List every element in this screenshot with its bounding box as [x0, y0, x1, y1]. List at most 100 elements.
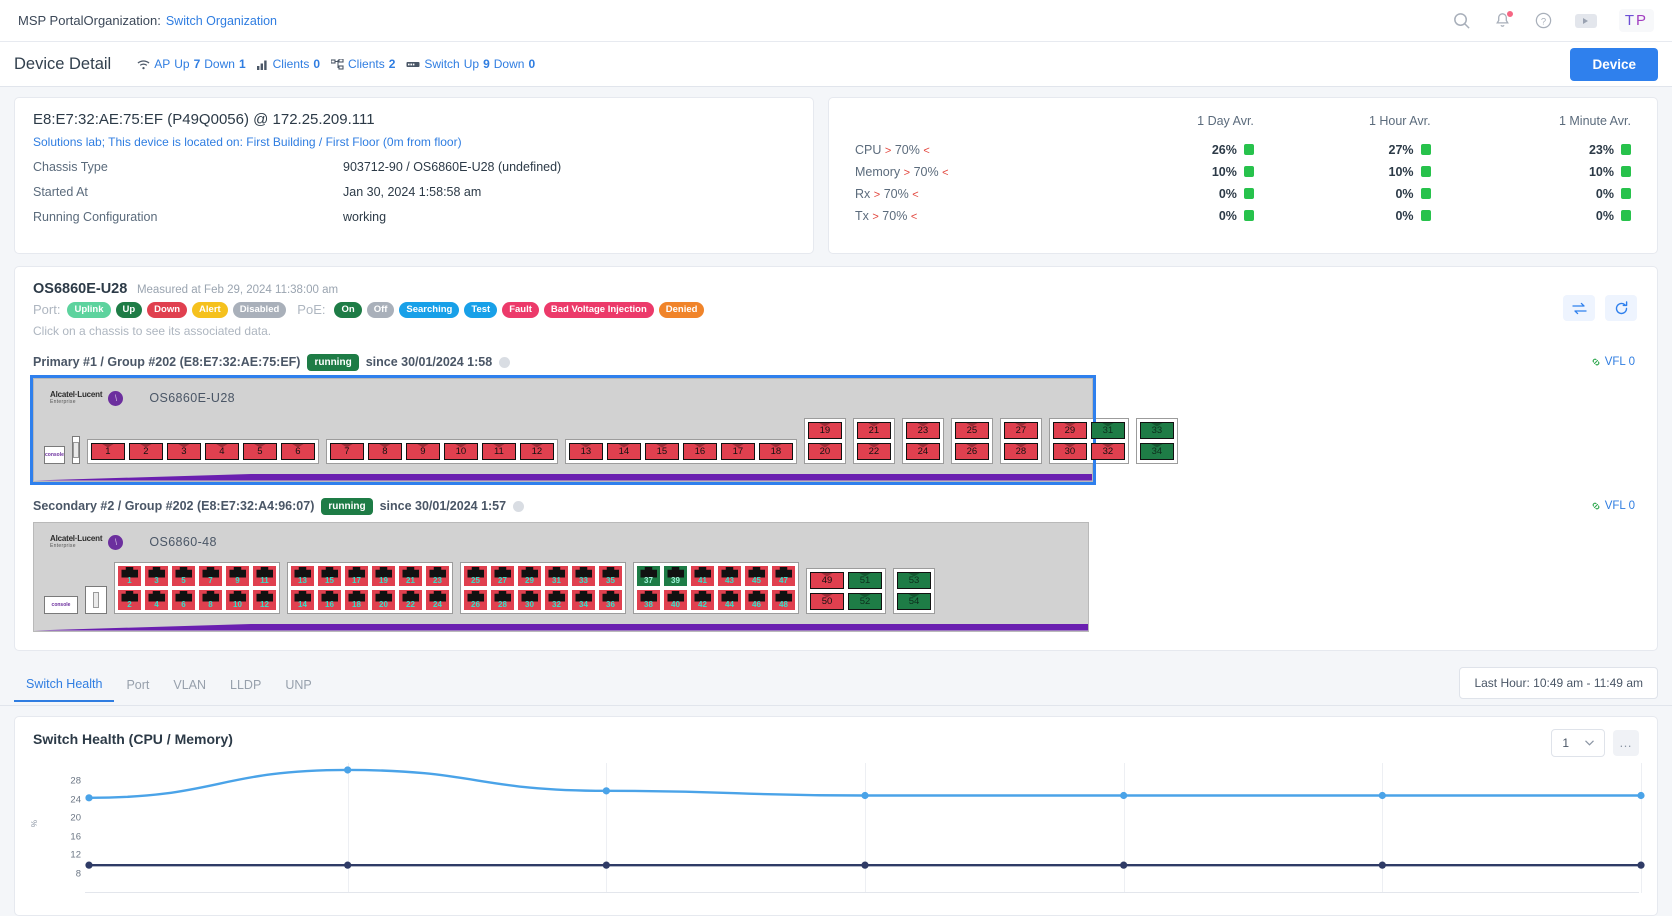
port-6[interactable]: 6 — [172, 589, 195, 610]
device-location-link[interactable]: Solutions lab; This device is located on… — [33, 135, 795, 149]
port-10[interactable]: 10 — [226, 589, 249, 610]
port-38[interactable]: 38 — [637, 589, 660, 610]
port-23[interactable]: 23 — [426, 565, 449, 586]
usb-port[interactable] — [85, 585, 107, 614]
port-21[interactable]: 21 — [399, 565, 422, 586]
port-9[interactable]: 9 — [405, 442, 440, 460]
port-5[interactable]: 5 — [242, 442, 277, 460]
tab-switch-health[interactable]: Switch Health — [14, 669, 115, 702]
port-32[interactable]: 32 — [1090, 442, 1125, 460]
port-31[interactable]: 31 — [545, 565, 568, 586]
port-43[interactable]: 43 — [718, 565, 741, 586]
port-30[interactable]: 30 — [518, 589, 541, 610]
port-33[interactable]: 33 — [572, 565, 595, 586]
port-27[interactable]: 27 — [491, 565, 514, 586]
port-7[interactable]: 7 — [329, 442, 364, 460]
port-3[interactable]: 3 — [145, 565, 168, 586]
port-37[interactable]: 37 — [637, 565, 660, 586]
port-48[interactable]: 48 — [772, 589, 795, 610]
chassis-secondary[interactable]: Alcatel·Lucent Enterprise \ OS6860-48 co… — [33, 521, 1089, 632]
port-13[interactable]: 13 — [291, 565, 314, 586]
kpi-ap[interactable]: AP Up 7 Down 1 — [137, 57, 246, 71]
port-22[interactable]: 22 — [399, 589, 422, 610]
port-36[interactable]: 36 — [599, 589, 622, 610]
port-12[interactable]: 12 — [519, 442, 554, 460]
port-54[interactable]: 54 — [897, 592, 931, 610]
port-28[interactable]: 28 — [1003, 442, 1038, 460]
console-port[interactable]: console — [44, 595, 78, 614]
port-29[interactable]: 29 — [518, 565, 541, 586]
port-20[interactable]: 20 — [807, 442, 842, 460]
port-14[interactable]: 14 — [291, 589, 314, 610]
port-8[interactable]: 8 — [367, 442, 402, 460]
port-29[interactable]: 29 — [1052, 421, 1087, 439]
port-52[interactable]: 52 — [848, 592, 882, 610]
info-icon[interactable] — [513, 500, 525, 512]
port-13[interactable]: 13 — [568, 442, 603, 460]
port-9[interactable]: 9 — [226, 565, 249, 586]
port-20[interactable]: 20 — [372, 589, 395, 610]
help-icon[interactable]: ? — [1534, 11, 1553, 30]
port-44[interactable]: 44 — [718, 589, 741, 610]
port-26[interactable]: 26 — [954, 442, 989, 460]
switch-organization-link[interactable]: Switch Organization — [166, 14, 277, 28]
port-28[interactable]: 28 — [491, 589, 514, 610]
port-15[interactable]: 15 — [644, 442, 679, 460]
port-24[interactable]: 24 — [426, 589, 449, 610]
port-25[interactable]: 25 — [954, 421, 989, 439]
port-4[interactable]: 4 — [145, 589, 168, 610]
tab-port[interactable]: Port — [114, 670, 161, 701]
port-10[interactable]: 10 — [443, 442, 478, 460]
kpi-switch[interactable]: Switch Up 9 Down 0 — [406, 57, 535, 71]
port-25[interactable]: 25 — [464, 565, 487, 586]
port-11[interactable]: 11 — [253, 565, 276, 586]
port-40[interactable]: 40 — [664, 589, 687, 610]
port-6[interactable]: 6 — [280, 442, 315, 460]
port-5[interactable]: 5 — [172, 565, 195, 586]
port-17[interactable]: 17 — [720, 442, 755, 460]
port-12[interactable]: 12 — [253, 589, 276, 610]
port-19[interactable]: 19 — [372, 565, 395, 586]
port-39[interactable]: 39 — [664, 565, 687, 586]
play-tour-icon[interactable] — [1574, 13, 1597, 28]
port-16[interactable]: 16 — [318, 589, 341, 610]
kpi-clients-wireless[interactable]: Clients 0 — [256, 57, 320, 71]
info-icon[interactable] — [499, 356, 511, 368]
port-32[interactable]: 32 — [545, 589, 568, 610]
stack-vfl-secondary[interactable]: VFL 0 — [1591, 500, 1635, 512]
port-53[interactable]: 53 — [897, 571, 931, 589]
port-30[interactable]: 30 — [1052, 442, 1087, 460]
port-7[interactable]: 7 — [199, 565, 222, 586]
port-4[interactable]: 4 — [204, 442, 239, 460]
port-22[interactable]: 22 — [856, 442, 891, 460]
port-27[interactable]: 27 — [1003, 421, 1038, 439]
port-18[interactable]: 18 — [345, 589, 368, 610]
port-46[interactable]: 46 — [745, 589, 768, 610]
port-2[interactable]: 2 — [118, 589, 141, 610]
port-11[interactable]: 11 — [481, 442, 516, 460]
kpi-clients-wired[interactable]: Clients 2 — [331, 57, 395, 71]
port-31[interactable]: 31 — [1090, 421, 1125, 439]
port-47[interactable]: 47 — [772, 565, 795, 586]
port-2[interactable]: 2 — [128, 442, 163, 460]
port-41[interactable]: 41 — [691, 565, 714, 586]
port-33[interactable]: 33 — [1139, 421, 1174, 439]
port-35[interactable]: 35 — [599, 565, 622, 586]
port-3[interactable]: 3 — [166, 442, 201, 460]
port-50[interactable]: 50 — [810, 592, 844, 610]
notification-bell-icon[interactable] — [1493, 10, 1514, 30]
port-23[interactable]: 23 — [905, 421, 940, 439]
port-21[interactable]: 21 — [856, 421, 891, 439]
chassis-primary[interactable]: Alcatel·Lucent Enterprise \ OS6860E-U28 … — [30, 374, 1178, 485]
console-port[interactable]: console — [44, 445, 65, 464]
port-49[interactable]: 49 — [810, 571, 844, 589]
port-18[interactable]: 18 — [758, 442, 793, 460]
usb-port[interactable] — [71, 435, 80, 464]
port-16[interactable]: 16 — [682, 442, 717, 460]
port-24[interactable]: 24 — [905, 442, 940, 460]
port-14[interactable]: 14 — [606, 442, 641, 460]
tab-lldp[interactable]: LLDP — [218, 670, 273, 701]
port-26[interactable]: 26 — [464, 589, 487, 610]
port-1[interactable]: 1 — [90, 442, 125, 460]
port-51[interactable]: 51 — [848, 571, 882, 589]
